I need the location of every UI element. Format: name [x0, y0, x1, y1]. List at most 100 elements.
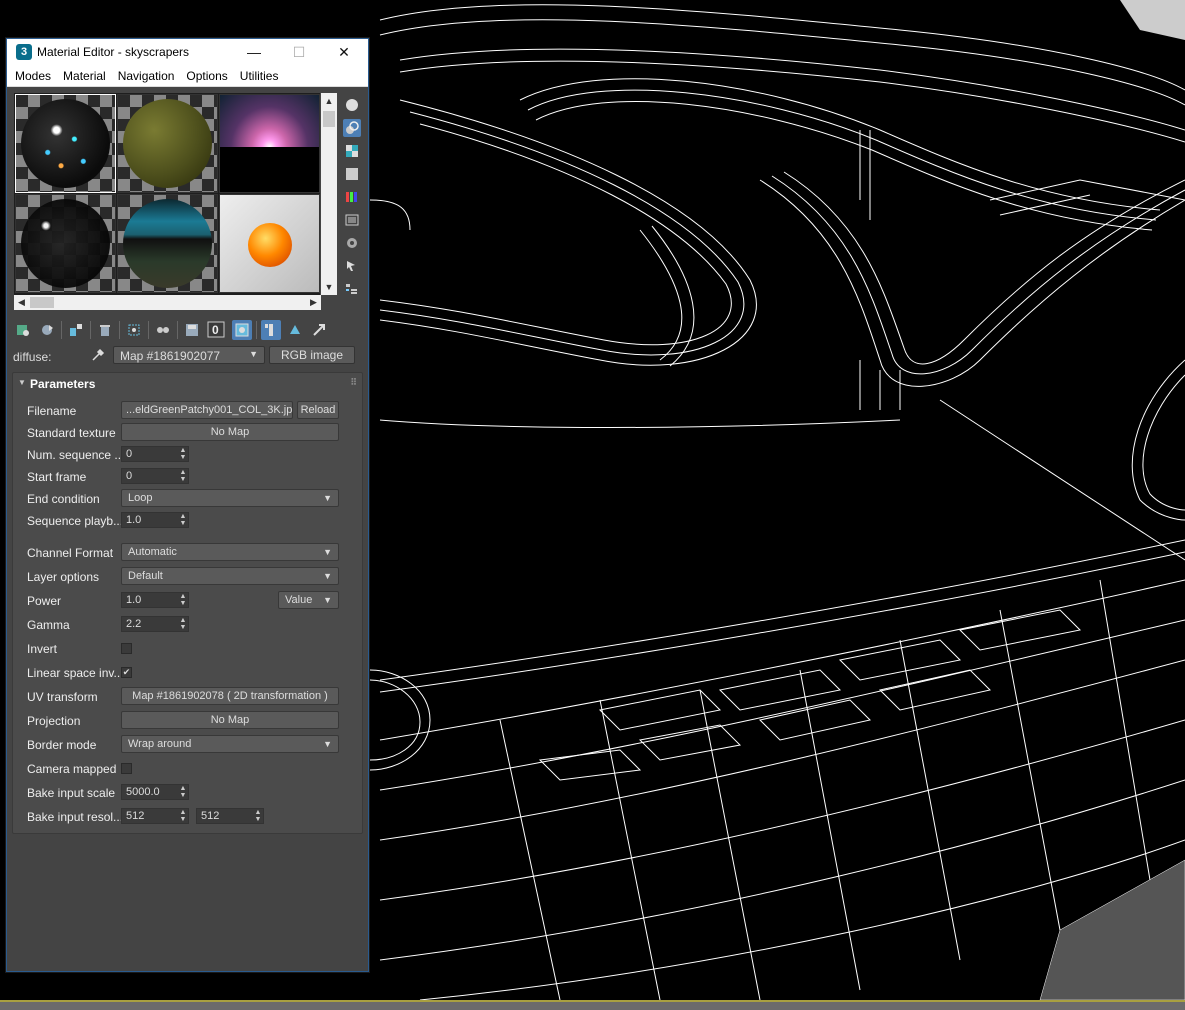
map-name-dropdown[interactable]: Map #1861902077 ▼ — [113, 346, 265, 364]
toolbar-separator — [256, 321, 257, 339]
spinner-arrows-icon[interactable]: ▲ ▼ — [179, 809, 187, 823]
make-unique-icon[interactable] — [124, 320, 144, 340]
uv-transform-button[interactable]: Map #1861902078 ( 2D transformation ) — [121, 687, 339, 705]
spinner-arrows-icon[interactable]: ▲ ▼ — [254, 809, 262, 823]
num-sequence-spinner[interactable]: 0 ▲ ▼ — [121, 446, 189, 462]
projection-button[interactable]: No Map — [121, 711, 339, 729]
sample-slot-1[interactable] — [15, 94, 116, 193]
go-forward-to-sibling-icon[interactable] — [309, 320, 329, 340]
gamma-spinner[interactable]: 2.2 ▲ ▼ — [121, 616, 189, 632]
sample-slot-5[interactable] — [117, 194, 218, 293]
scroll-down-icon[interactable]: ▼ — [321, 279, 337, 295]
close-button[interactable]: ✕ — [330, 42, 358, 62]
power-mode-dropdown[interactable]: Value ▼ — [278, 591, 339, 609]
slots-horizontal-scrollbar[interactable]: ◀ ▶ — [14, 295, 321, 310]
end-condition-dropdown[interactable]: Loop ▼ — [121, 489, 339, 507]
channel-format-label: Channel Format — [27, 546, 114, 560]
power-mode-value: Value — [285, 594, 313, 606]
menu-utilities[interactable]: Utilities — [234, 69, 285, 83]
assign-material-to-selection-icon[interactable] — [66, 320, 86, 340]
sample-slot-6[interactable] — [219, 194, 320, 293]
sample-slot-2[interactable] — [117, 94, 218, 193]
filename-label: Filename — [27, 404, 77, 418]
channel-format-value: Automatic — [128, 546, 177, 558]
layer-options-dropdown[interactable]: Default ▼ — [121, 567, 339, 585]
drag-grip-icon[interactable]: ⠿ — [350, 377, 357, 388]
rollout-header[interactable]: ▼ Parameters ⠿ — [13, 373, 362, 393]
standard-texture-button[interactable]: No Map — [121, 423, 339, 441]
linear-space-checkbox[interactable]: ✔ — [121, 667, 132, 678]
background-checker-icon[interactable] — [343, 142, 361, 160]
sequence-playback-spinner[interactable]: 1.0 ▲ ▼ — [121, 512, 189, 528]
go-to-parent-icon[interactable] — [285, 320, 305, 340]
maximize-button[interactable]: ☐ — [285, 42, 313, 62]
menu-options[interactable]: Options — [180, 69, 233, 83]
spinner-arrows-icon[interactable]: ▲ ▼ — [179, 617, 187, 631]
sample-slot-4[interactable] — [15, 194, 116, 293]
menu-material[interactable]: Material — [57, 69, 112, 83]
bake-res-y-spinner[interactable]: 512 ▲ ▼ — [196, 808, 264, 824]
show-end-result-icon[interactable] — [261, 320, 281, 340]
sample-uv-tiling-icon[interactable] — [343, 165, 361, 183]
invert-row: Invert — [13, 639, 362, 659]
slots-vertical-scrollbar[interactable]: ▲ ▼ — [321, 93, 337, 295]
sample-slot-3[interactable] — [219, 94, 320, 193]
collapse-triangle-icon[interactable]: ▼ — [18, 378, 26, 387]
delete-icon[interactable] — [95, 320, 115, 340]
layer-options-value: Default — [128, 570, 163, 582]
show-shaded-material-icon[interactable] — [232, 320, 252, 340]
scroll-up-icon[interactable]: ▲ — [321, 93, 337, 109]
num-sequence-value: 0 — [126, 448, 133, 460]
scroll-left-icon[interactable]: ◀ — [14, 295, 29, 310]
minimize-button[interactable]: — — [240, 42, 268, 62]
invert-checkbox[interactable] — [121, 643, 132, 654]
menu-modes[interactable]: Modes — [9, 69, 57, 83]
spinner-arrows-icon[interactable]: ▲ ▼ — [179, 593, 187, 607]
gamma-value: 2.2 — [126, 618, 142, 630]
spinner-arrows-icon[interactable]: ▲ ▼ — [179, 447, 187, 461]
save-icon[interactable] — [182, 320, 202, 340]
menu-bar: Modes Material Navigation Options Utilit… — [7, 66, 368, 87]
scroll-right-icon[interactable]: ▶ — [306, 295, 321, 310]
material-id-channel-icon[interactable]: 0 — [206, 320, 228, 340]
start-frame-spinner[interactable]: 0 ▲ ▼ — [121, 468, 189, 484]
bake-scale-row: Bake input scale 5000.0 ▲ ▼ — [13, 783, 362, 803]
material-editor-window[interactable]: 3 Material Editor - skyscrapers — ☐ ✕ Mo… — [6, 38, 369, 972]
menu-navigation[interactable]: Navigation — [112, 69, 181, 83]
make-preview-icon[interactable] — [343, 211, 361, 229]
select-by-material-icon[interactable] — [343, 257, 361, 275]
spinner-arrows-icon[interactable]: ▲ ▼ — [179, 469, 187, 483]
title-bar[interactable]: 3 Material Editor - skyscrapers — ☐ ✕ — [7, 39, 368, 66]
projection-label: Projection — [27, 714, 81, 728]
map-type-button[interactable]: RGB image — [269, 346, 355, 364]
camera-mapped-row: Camera mapped — [13, 759, 362, 779]
diffuse-label: diffuse: — [13, 350, 52, 364]
bake-res-x-spinner[interactable]: 512 ▲ ▼ — [121, 808, 189, 824]
app-icon: 3 — [16, 44, 32, 60]
eyedropper-icon[interactable] — [91, 348, 105, 365]
spinner-arrows-icon[interactable]: ▲ ▼ — [179, 785, 187, 799]
backlight-icon[interactable] — [343, 119, 361, 137]
power-value: 1.0 — [126, 594, 142, 606]
material-map-navigator-icon[interactable] — [343, 280, 361, 298]
chevron-down-icon: ▼ — [323, 595, 332, 605]
power-spinner[interactable]: 1.0 ▲ ▼ — [121, 592, 189, 608]
put-material-to-scene-icon[interactable] — [37, 320, 57, 340]
spinner-arrows-icon[interactable]: ▲ ▼ — [179, 513, 187, 527]
video-color-check-icon[interactable] — [343, 188, 361, 206]
border-mode-dropdown[interactable]: Wrap around ▼ — [121, 735, 339, 753]
sample-type-sphere-icon[interactable] — [343, 96, 361, 114]
scroll-thumb[interactable] — [323, 111, 335, 127]
put-to-library-icon[interactable] — [153, 320, 173, 340]
channel-format-dropdown[interactable]: Automatic ▼ — [121, 543, 339, 561]
reload-button[interactable]: Reload — [297, 401, 339, 419]
filename-field[interactable]: ...eldGreenPatchy001_COL_3K.jpg — [121, 401, 293, 419]
num-sequence-row: Num. sequence ... 0 ▲ ▼ — [13, 445, 362, 465]
scroll-thumb-h[interactable] — [30, 297, 54, 308]
options-icon[interactable] — [343, 234, 361, 252]
chevron-down-icon: ▼ — [323, 547, 332, 557]
camera-mapped-checkbox[interactable] — [121, 763, 132, 774]
filename-row: Filename ...eldGreenPatchy001_COL_3K.jpg… — [13, 401, 362, 421]
get-material-icon[interactable] — [13, 320, 33, 340]
bake-scale-spinner[interactable]: 5000.0 ▲ ▼ — [121, 784, 189, 800]
